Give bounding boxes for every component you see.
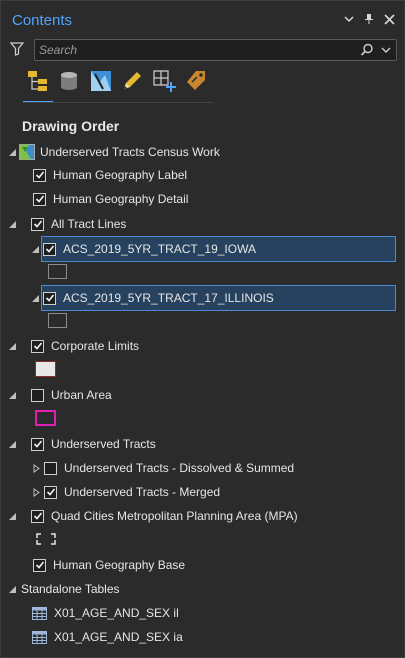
visibility-checkbox[interactable] (33, 192, 46, 206)
list-by-drawing-order-icon[interactable] (26, 69, 50, 93)
check-icon (33, 440, 42, 448)
search-box (34, 39, 397, 61)
list-by-snapping-icon[interactable] (152, 69, 176, 93)
visibility-checkbox[interactable] (44, 461, 57, 475)
collapsed-triangle-icon[interactable] (32, 487, 41, 497)
expand-triangle-icon[interactable] (8, 220, 17, 229)
tree-item-tract-illinois[interactable]: ACS_2019_5YR_TRACT_17_ILLINOIS (31, 288, 274, 308)
tree-item-label: Human Geography Detail (53, 192, 189, 206)
symbol-swatch-iowa[interactable] (48, 264, 67, 279)
tree-item-label: Underserved Tracts - Dissolved & Summed (64, 461, 295, 475)
symbol-swatch-illinois[interactable] (48, 313, 67, 328)
expand-triangle-icon[interactable] (8, 512, 17, 521)
header-buttons (342, 12, 396, 26)
check-icon (46, 488, 55, 496)
check-icon (33, 220, 42, 228)
expand-triangle-icon[interactable] (31, 294, 40, 303)
tree-item-table-ia[interactable]: X01_AGE_AND_SEX ia (32, 627, 183, 647)
tree-item-label: Underserved Tracts - Merged (64, 485, 221, 499)
toolbar-divider (23, 102, 213, 103)
expand-triangle-icon[interactable] (8, 148, 17, 157)
visibility-checkbox[interactable] (43, 291, 56, 305)
tree-item-label: Quad Cities Metropolitan Planning Area (… (51, 509, 298, 523)
pin-icon[interactable] (362, 12, 376, 26)
visibility-checkbox[interactable] (33, 558, 46, 572)
visibility-checkbox[interactable] (43, 242, 56, 256)
tree-item-quad-cities-mpa[interactable]: Quad Cities Metropolitan Planning Area (… (8, 506, 298, 526)
tree-item-standalone-tables[interactable]: Standalone Tables (8, 579, 120, 599)
symbol-swatch-urban-area[interactable] (35, 410, 56, 426)
tree-item-label: Standalone Tables (21, 582, 120, 596)
tree-item-map[interactable]: Underserved Tracts Census Work (8, 142, 220, 162)
visibility-checkbox[interactable] (31, 388, 44, 402)
tree-item-human-geography-detail[interactable]: Human Geography Detail (33, 189, 188, 209)
check-icon (35, 561, 44, 569)
tree-item-table-il[interactable]: X01_AGE_AND_SEX il (32, 603, 179, 623)
tree-item-underserved-merged[interactable]: Underserved Tracts - Merged (32, 482, 220, 502)
symbol-swatch-quad-cities[interactable] (36, 533, 56, 545)
check-icon (45, 245, 54, 253)
expand-triangle-icon[interactable] (31, 245, 40, 254)
tree-item-tract-iowa[interactable]: ACS_2019_5YR_TRACT_19_IOWA (31, 239, 256, 259)
tree-item-underserved-tracts[interactable]: Underserved Tracts (8, 434, 156, 454)
tree-item-label: Corporate Limits (51, 339, 140, 353)
tree-item-label: ACS_2019_5YR_TRACT_17_ILLINOIS (63, 291, 274, 305)
tree-item-label: X01_AGE_AND_SEX ia (54, 630, 183, 644)
list-by-source-icon[interactable] (57, 69, 81, 93)
tree-item-label: Underserved Tracts (51, 437, 156, 451)
tree-item-all-tract-lines[interactable]: All Tract Lines (8, 214, 126, 234)
expand-triangle-icon[interactable] (8, 391, 17, 400)
contents-toolbar (23, 67, 213, 103)
list-by-labeling-icon[interactable] (184, 69, 208, 93)
visibility-checkbox[interactable] (31, 217, 44, 231)
pane-header: Contents (1, 1, 404, 35)
tree-item-label: Urban Area (51, 388, 112, 402)
tree-item-human-geography-label[interactable]: Human Geography Label (33, 165, 187, 185)
search-options-chevron-icon[interactable] (380, 43, 392, 57)
options-chevron-icon[interactable] (342, 12, 356, 26)
symbol-swatch-corporate-limits[interactable] (35, 361, 56, 377)
list-by-selection-icon[interactable] (89, 69, 113, 93)
visibility-checkbox[interactable] (33, 168, 46, 182)
tree-item-human-geography-base[interactable]: Human Geography Base (33, 555, 185, 575)
visibility-checkbox[interactable] (31, 437, 44, 451)
tree-item-underserved-dissolved[interactable]: Underserved Tracts - Dissolved & Summed (32, 458, 294, 478)
visibility-checkbox[interactable] (31, 509, 44, 523)
tree-item-corporate-limits[interactable]: Corporate Limits (8, 336, 139, 356)
collapsed-triangle-icon[interactable] (32, 463, 41, 473)
contents-pane: Contents Search Drawing Order Underserve… (0, 0, 405, 658)
check-icon (45, 294, 54, 302)
tree-item-label: All Tract Lines (51, 217, 127, 231)
expand-triangle-icon[interactable] (8, 585, 17, 594)
map-icon (19, 144, 35, 160)
tree-item-label: Underserved Tracts Census Work (40, 145, 220, 159)
section-title: Drawing Order (22, 118, 120, 134)
check-icon (33, 342, 42, 350)
close-icon[interactable] (382, 12, 396, 26)
table-icon (32, 630, 47, 644)
filter-icon[interactable] (9, 42, 25, 56)
expand-triangle-icon[interactable] (8, 342, 17, 351)
search-input[interactable] (39, 42, 339, 58)
check-icon (35, 171, 44, 179)
check-icon (33, 512, 42, 520)
tree-item-label: X01_AGE_AND_SEX il (54, 606, 179, 620)
visibility-checkbox[interactable] (31, 339, 44, 353)
tree-item-label: Human Geography Label (53, 168, 188, 182)
check-icon (35, 195, 44, 203)
tree-item-urban-area[interactable]: Urban Area (8, 385, 112, 405)
list-by-editing-icon[interactable] (120, 69, 144, 93)
expand-triangle-icon[interactable] (8, 440, 17, 449)
pane-title: Contents (12, 12, 73, 29)
tree-item-label: ACS_2019_5YR_TRACT_19_IOWA (63, 242, 256, 256)
search-icon[interactable] (360, 43, 374, 57)
visibility-checkbox[interactable] (44, 485, 57, 499)
tree-item-label: Human Geography Base (53, 558, 186, 572)
table-icon (32, 606, 47, 620)
